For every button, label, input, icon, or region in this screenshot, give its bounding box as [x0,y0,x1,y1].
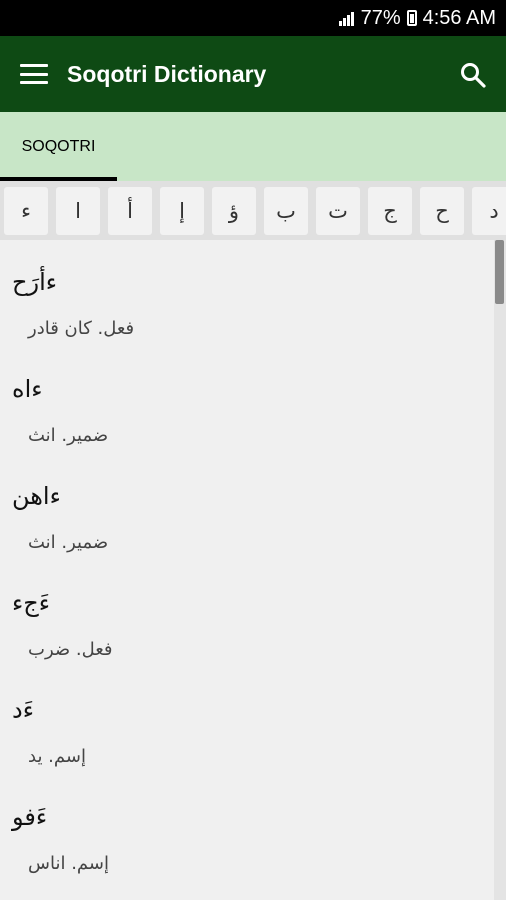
entry-word: ءأرَح [12,268,58,296]
entry-definition: فعل. كان قادر [28,318,135,339]
entry-definition: ضمير. انث [28,425,109,446]
letter-button[interactable]: إ [160,187,204,235]
battery-icon [406,10,417,26]
scrollbar-track[interactable] [494,240,506,900]
entry-definition: ضمير. انث [28,532,109,553]
entry-word: ءاهن [12,482,61,510]
battery-percent: 77% [360,6,401,29]
tab-label: SOQOTRI [21,137,96,155]
signal-icon [338,10,355,26]
letter-button[interactable]: ا [56,187,100,235]
word-list: ءأرَح فعل. كان قادر ءاه ضمير. انث ءاهن ض… [0,240,494,900]
menu-icon[interactable] [20,64,48,84]
list-item[interactable]: ءاه ضمير. انث [0,347,494,454]
list-item[interactable]: ءأرَح فعل. كان قادر [0,240,494,347]
entry-definition: فعل. ضرب [28,639,113,660]
letter-button[interactable]: د [472,187,506,235]
search-icon[interactable] [460,62,486,88]
tab-bar: SOQOTRI [0,112,506,181]
clock: 4:56 AM [422,6,496,29]
letter-index: ء ا أ إ ؤ ب ت ج ح د [0,181,506,240]
entry-word: ءَد [12,696,34,724]
letter-button[interactable]: ء [4,187,48,235]
tab-soqotri[interactable]: SOQOTRI [0,112,117,181]
list-item[interactable]: ءَجء فعل. ضرب [0,561,494,668]
letter-button[interactable]: ب [264,187,308,235]
scrollbar-thumb[interactable] [495,240,504,304]
list-item[interactable]: ءَد إسم. يد [0,668,494,775]
status-bar: 77% 4:56 AM [0,0,506,36]
entry-word: ءَجء [12,589,51,617]
entry-definition: إسم. اناس [28,853,109,874]
letter-button[interactable]: ج [368,187,412,235]
entry-definition: إسم. يد [28,746,86,767]
letter-button[interactable]: أ [108,187,152,235]
entry-word: ءاه [12,375,43,403]
letter-button[interactable]: ؤ [212,187,256,235]
list-item[interactable]: ءاهن ضمير. انث [0,454,494,561]
entry-word: ءَفو [12,803,48,831]
app-title: Soqotri Dictionary [67,60,267,87]
list-item[interactable]: ءَفو إسم. اناس [0,775,494,882]
letter-button[interactable]: ح [420,187,464,235]
app-bar: Soqotri Dictionary [0,36,506,112]
letter-button[interactable]: ت [316,187,360,235]
